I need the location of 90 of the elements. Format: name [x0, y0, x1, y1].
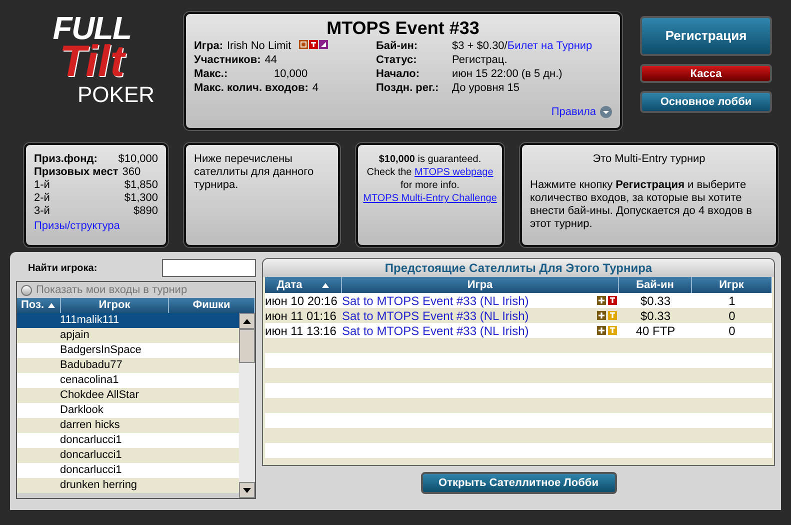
- info-value: 4: [312, 82, 318, 95]
- player-row[interactable]: doncarlucci1: [17, 463, 239, 478]
- multi-entry-title: Это Multi-Entry турнир: [592, 153, 706, 166]
- scroll-up-icon[interactable]: [243, 318, 251, 324]
- info-label: Участников:: [194, 54, 261, 67]
- prize-value: 360: [122, 166, 141, 179]
- player-row[interactable]: Darklook: [17, 403, 239, 418]
- player-row[interactable]: apjain: [17, 328, 239, 343]
- find-player-label: Найти игрока:: [28, 262, 98, 276]
- game-type-icon: [309, 40, 318, 49]
- info-label: Макс. колич. входов:: [194, 82, 308, 95]
- mtops-webpage-link[interactable]: MTOPS webpage: [414, 167, 494, 178]
- ticket-link[interactable]: Билет на Турнир: [507, 40, 592, 53]
- prize-place: 1-й: [34, 179, 50, 192]
- player-row[interactable]: doncarlucci1: [17, 433, 239, 448]
- guarantee-text: $10,000 is guaranteed. Check the MTOPS webpage for more info.: [366, 153, 494, 192]
- column-header[interactable]: Дата: [265, 277, 342, 293]
- logo: FULL Tilt POKER: [52, 12, 156, 109]
- open-satellite-lobby-button[interactable]: Открыть Сателлитное Лобби: [420, 472, 616, 494]
- info-value: 10,000: [274, 68, 308, 81]
- plus-icon: [597, 326, 606, 335]
- register-button[interactable]: Регистрация: [640, 16, 772, 56]
- checkbox[interactable]: [21, 284, 32, 296]
- column-header[interactable]: Игрк: [692, 277, 772, 293]
- chevron-down-icon[interactable]: [600, 106, 612, 118]
- column-header[interactable]: Игрок: [61, 298, 169, 313]
- date-cell-text: июн 11 01:16: [265, 308, 338, 324]
- satellite-note: Ниже перечислены сателлиты для данного турнира.: [194, 153, 315, 192]
- players-cell-text: 1: [728, 292, 736, 310]
- prize-place: 3-й: [34, 205, 50, 218]
- player-row[interactable]: BadgersInSpace: [17, 343, 239, 358]
- info-label: Макс.:: [194, 68, 229, 81]
- date-cell-text: июн 10 20:16: [265, 292, 338, 310]
- info-label: Игра:: [194, 40, 223, 53]
- info-value: До уровня 15: [452, 82, 520, 95]
- column-header[interactable]: Поз.: [17, 298, 61, 313]
- player-row[interactable]: doncarlucci1: [17, 448, 239, 463]
- prize-amount: $1,300: [124, 192, 158, 205]
- scrollbar[interactable]: [239, 313, 255, 498]
- buyin-cell-text: 40 FTP: [634, 322, 676, 340]
- info-value: Регистрац.: [452, 54, 508, 67]
- game-type-icon: [299, 40, 308, 49]
- player-row[interactable]: drunken herring: [17, 478, 239, 493]
- scroll-thumb[interactable]: [239, 329, 255, 363]
- buyin-cell-text: $0.33: [639, 308, 672, 324]
- column-header[interactable]: Фишки: [169, 298, 255, 313]
- satellite-link[interactable]: Sat to MTOPS Event #33 (NL Irish): [342, 306, 529, 324]
- date-cell-text: июн 11 13:16: [265, 322, 338, 340]
- prize-place: 2-й: [34, 192, 50, 205]
- lobby-button[interactable]: Основное лобби: [640, 91, 772, 113]
- player-row[interactable]: cenacolina1: [17, 373, 239, 388]
- prize-amount: $1,850: [124, 179, 158, 192]
- column-header[interactable]: Бай-ин: [619, 277, 692, 293]
- sort-up-icon: [48, 303, 56, 308]
- plus-icon: [597, 311, 606, 320]
- column-header[interactable]: Игра: [342, 277, 619, 293]
- prize-value: $10,000: [118, 153, 158, 166]
- game-type-icon: [319, 40, 328, 49]
- cashier-button[interactable]: Касса: [640, 64, 772, 83]
- player-row[interactable]: Badubadu77: [17, 358, 239, 373]
- satellite-link[interactable]: Sat to MTOPS Event #33 (NL Irish): [342, 292, 529, 310]
- satellites-title: Предстоящие Сателлиты Для Этого Турнира: [263, 259, 774, 277]
- player-row[interactable]: Chokdee AllStar: [17, 388, 239, 403]
- info-value: $3 + $0.30/: [452, 40, 508, 53]
- multi-entry-text: Нажмите кнопку Регистрация и выберите количество входов, за которые вы хотите внести бай-ины. Допускается до 4 входов в этот турнир.: [530, 179, 754, 231]
- sort-up-icon: [322, 282, 330, 288]
- info-value: 44: [264, 54, 278, 67]
- plus-icon: [597, 296, 606, 305]
- info-label: Поздн. рег.:: [376, 82, 440, 95]
- player-row[interactable]: darren hicks: [17, 418, 239, 433]
- challenge-link[interactable]: MTOPS Multi-Entry Challenge: [363, 192, 497, 206]
- prize-label: Призовых мест: [34, 166, 118, 179]
- info-label: Статус:: [376, 54, 418, 67]
- players-cell-text: 0: [728, 308, 736, 324]
- info-label: Бай-ин:: [376, 40, 419, 53]
- find-player-field[interactable]: [162, 259, 256, 277]
- prize-amount: $890: [134, 205, 158, 218]
- tournament-title: MTOPS Event #33: [326, 18, 480, 38]
- rules-link[interactable]: Правила: [551, 104, 596, 120]
- info-value: июн 15 22:00 (в 5 дн.): [452, 68, 562, 81]
- players-cell-text: 0: [728, 322, 736, 340]
- scroll-down-icon[interactable]: [243, 488, 251, 492]
- player-row[interactable]: 111malik111: [17, 313, 239, 328]
- checkbox-label: Показать мои входы в турнир: [36, 282, 188, 298]
- buyin-cell-text: $0.33: [639, 292, 672, 310]
- info-label: Начало:: [376, 68, 421, 81]
- info-value: Irish No Limit: [227, 40, 292, 53]
- satellite-link[interactable]: Sat to MTOPS Event #33 (NL Irish): [342, 322, 529, 340]
- prize-label: Приз.фонд:: [34, 153, 98, 166]
- prizes-link[interactable]: Призы/структура: [34, 220, 158, 233]
